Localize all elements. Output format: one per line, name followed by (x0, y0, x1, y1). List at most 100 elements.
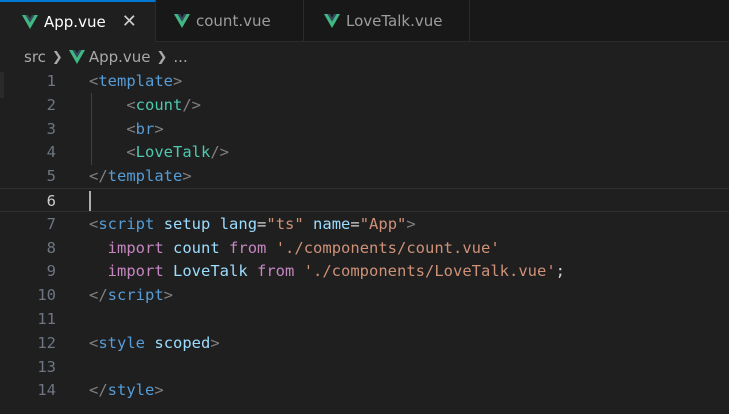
line-number: 4 (46, 143, 56, 162)
code-line[interactable]: 8 import count from './components/count.… (0, 236, 729, 260)
code-token: /> (182, 95, 202, 114)
close-icon[interactable]: ✕ (122, 13, 137, 31)
code-token: > (154, 119, 164, 138)
line-number: 12 (37, 333, 56, 352)
code-token: br (135, 119, 155, 138)
code-line[interactable]: 7 <script setup lang="ts" name="App"> (0, 212, 729, 236)
line-number: 14 (37, 381, 56, 400)
code-token: count (173, 238, 220, 257)
line-number: 2 (46, 95, 56, 114)
code-token: import (107, 262, 164, 281)
line-number: 5 (46, 167, 56, 186)
breadcrumb: src ❯ App.vue ❯ ... (0, 42, 729, 72)
code-token: style (98, 333, 146, 352)
code-line[interactable]: 4 <LoveTalk/> (0, 140, 729, 164)
code-token: scoped (154, 333, 211, 352)
line-number: 6 (46, 192, 56, 210)
chevron-right-icon: ❯ (51, 49, 63, 65)
vue-logo-icon (68, 50, 85, 64)
breadcrumb-folder[interactable]: src (24, 48, 46, 66)
code-line[interactable]: 6 (0, 188, 729, 212)
code-text: <LoveTalk/> (89, 140, 229, 164)
code-line[interactable]: 1 <template> (0, 69, 729, 93)
code-token: < (126, 95, 136, 114)
code-text: import count from './components/count.vu… (89, 236, 500, 260)
code-line[interactable]: 3 <br> (0, 117, 729, 141)
code-token: ; (555, 262, 565, 281)
tab-count-vue[interactable]: count.vue (156, 0, 304, 41)
code-line[interactable]: 11 (0, 307, 729, 331)
editor-tab-bar: App.vue ✕ count.vue LoveTalk.vue (0, 0, 729, 42)
code-line[interactable]: 10 </script> (0, 283, 729, 307)
vue-logo-icon (324, 13, 340, 28)
code-text: </script> (89, 283, 173, 307)
text-cursor (89, 191, 91, 211)
line-number: 13 (37, 357, 56, 376)
code-line[interactable]: 9 import LoveTalk from './components/Lov… (0, 259, 729, 283)
tab-label: count.vue (196, 11, 271, 30)
code-line[interactable]: 5 </template> (0, 164, 729, 188)
vue-logo-icon (174, 13, 190, 28)
vue-logo-icon (22, 15, 38, 29)
code-token: = (350, 214, 360, 233)
code-editor[interactable]: 1 <template> 2 <count/> 3 <br> 4 <LoveTalk/>… (0, 69, 729, 414)
code-token: name (313, 214, 351, 233)
code-token: < (126, 143, 136, 162)
code-line[interactable]: 13 (0, 355, 729, 379)
code-line[interactable]: 14 </style> (0, 378, 729, 402)
code-token: < (126, 119, 136, 138)
code-text: import LoveTalk from './components/LoveT… (89, 259, 565, 283)
code-token: < (89, 214, 99, 233)
tab-lovetalk-vue[interactable]: LoveTalk.vue (304, 0, 470, 41)
code-token: "App" (359, 214, 407, 233)
line-number: 9 (46, 262, 56, 281)
tab-app-vue[interactable]: App.vue ✕ (0, 0, 156, 42)
line-number: 8 (46, 238, 56, 257)
code-line[interactable]: 2 <count/> (0, 93, 729, 117)
code-text: <script setup lang="ts" name="App"> (89, 212, 416, 236)
code-text: <br> (89, 117, 164, 141)
code-token: > (182, 167, 192, 186)
code-text: </style> (89, 378, 164, 402)
breadcrumb-more[interactable]: ... (173, 48, 187, 66)
code-token: < (89, 333, 99, 352)
code-token: > (154, 381, 164, 400)
breadcrumb-file[interactable]: App.vue (89, 48, 151, 66)
code-token: './components/count.vue' (275, 238, 500, 257)
chevron-right-icon: ❯ (156, 49, 168, 65)
tab-label: LoveTalk.vue (346, 11, 443, 30)
code-token: setup (163, 214, 211, 233)
code-token: > (210, 333, 220, 352)
tab-label: App.vue (44, 13, 106, 31)
code-token: > (173, 72, 183, 90)
code-token: = (257, 214, 267, 233)
code-token: /> (210, 143, 229, 162)
code-token: style (107, 381, 155, 400)
code-token: < (89, 72, 99, 90)
line-number: 7 (46, 214, 56, 233)
code-token: template (107, 167, 183, 186)
code-token: import (107, 238, 164, 257)
code-text: <template> (89, 69, 182, 93)
code-token: > (163, 286, 174, 305)
line-number: 1 (46, 72, 56, 90)
code-text: <style scoped> (89, 331, 220, 355)
code-token: LoveTalk (173, 262, 248, 281)
line-number: 11 (37, 310, 56, 328)
code-text: <count/> (89, 93, 201, 117)
code-token: LoveTalk (135, 143, 211, 162)
code-line[interactable]: 12 <style scoped> (0, 331, 729, 355)
code-token: from (257, 262, 295, 281)
